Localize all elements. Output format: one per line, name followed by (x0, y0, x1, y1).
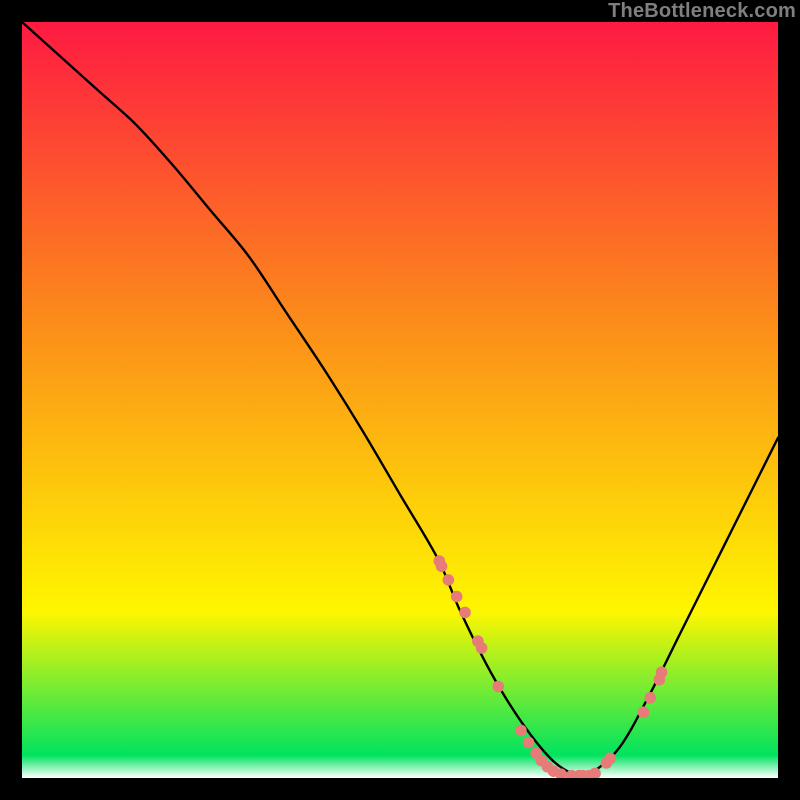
data-point (523, 737, 535, 749)
data-point (476, 642, 488, 654)
data-point (459, 607, 471, 619)
data-point (515, 725, 527, 737)
chart-container: TheBottleneck.com (0, 0, 800, 800)
data-point (656, 666, 668, 678)
data-point (443, 574, 455, 586)
data-point (638, 706, 650, 718)
data-point (492, 681, 504, 693)
data-point (604, 753, 616, 765)
chart-svg (22, 22, 778, 778)
attribution-text: TheBottleneck.com (608, 0, 796, 23)
data-point (436, 561, 448, 573)
data-point (451, 591, 463, 603)
plot-area (22, 22, 778, 778)
data-point (644, 692, 656, 704)
